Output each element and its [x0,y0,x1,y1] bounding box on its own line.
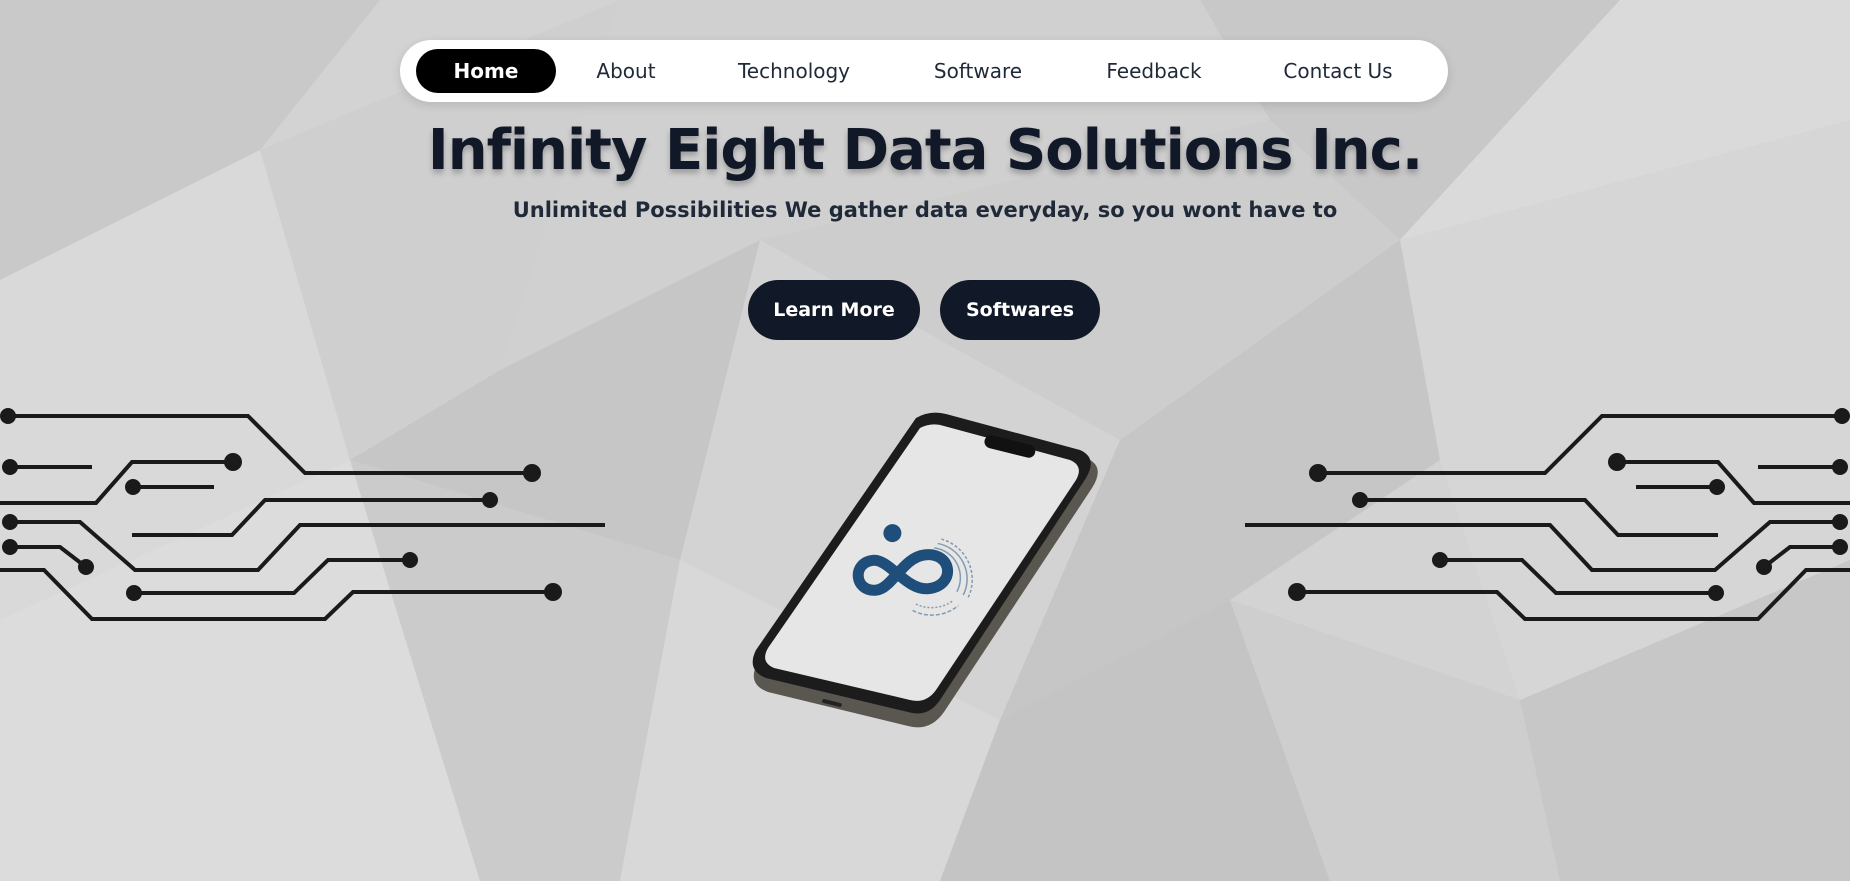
hero-title: Infinity Eight Data Solutions Inc. [427,118,1423,183]
nav-item-contact-us[interactable]: Contact Us [1262,49,1414,93]
learn-more-button[interactable]: Learn More [748,280,920,340]
hero-subtitle: Unlimited Possibilities We gather data e… [512,198,1338,222]
smartphone-icon [752,412,1098,728]
nav-item-software[interactable]: Software [910,49,1046,93]
nav-item-about[interactable]: About [568,49,684,93]
softwares-button[interactable]: Softwares [940,280,1100,340]
nav-item-technology[interactable]: Technology [714,49,874,93]
page: Home About Technology Software Feedback … [0,0,1850,881]
nav-item-feedback[interactable]: Feedback [1084,49,1224,93]
main-nav: Home About Technology Software Feedback … [400,40,1448,102]
nav-item-home[interactable]: Home [416,49,556,93]
